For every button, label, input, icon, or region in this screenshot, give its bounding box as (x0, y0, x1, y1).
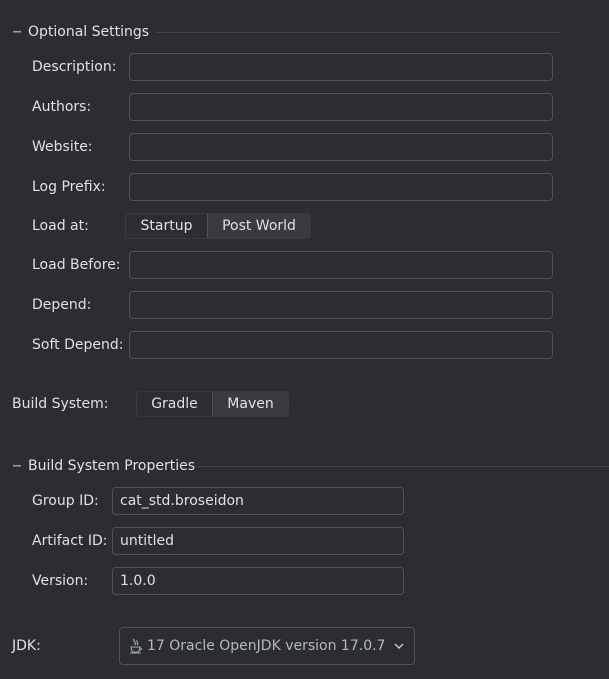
website-field[interactable] (129, 133, 553, 161)
build-system-label: Build System: (12, 396, 109, 412)
soft-depend-field[interactable] (129, 331, 553, 359)
jdk-select[interactable]: 17 Oracle OpenJDK version 17.0.7 (119, 627, 415, 665)
optional-settings-header[interactable]: Optional Settings (12, 22, 149, 42)
description-label: Description: (32, 59, 117, 75)
version-label: Version: (32, 573, 89, 589)
load-before-field[interactable] (129, 251, 553, 279)
minus-icon[interactable] (12, 31, 22, 33)
section-divider (155, 32, 560, 33)
depend-field[interactable] (129, 291, 553, 319)
chevron-down-icon (392, 639, 406, 653)
website-label: Website: (32, 139, 93, 155)
artifact-id-field[interactable] (112, 527, 404, 555)
group-id-field[interactable] (112, 487, 404, 515)
description-field[interactable] (129, 53, 553, 81)
jdk-selected-value: 17 Oracle OpenJDK version 17.0.7 (147, 638, 386, 654)
section-divider (198, 466, 609, 467)
load-at-startup-option[interactable]: Startup (126, 214, 207, 238)
section-title-build-system-properties: Build System Properties (28, 458, 196, 474)
log-prefix-label: Log Prefix: (32, 179, 106, 195)
artifact-id-label: Artifact ID: (32, 533, 108, 549)
java-icon (128, 638, 144, 654)
depend-label: Depend: (32, 297, 92, 313)
version-field[interactable] (112, 567, 404, 595)
authors-field[interactable] (129, 93, 553, 121)
load-at-post-world-option[interactable]: Post World (207, 214, 310, 238)
soft-depend-label: Soft Depend: (32, 337, 124, 353)
section-title-optional-settings: Optional Settings (28, 24, 150, 40)
log-prefix-field[interactable] (129, 173, 553, 201)
load-before-label: Load Before: (32, 257, 121, 273)
build-system-gradle-option[interactable]: Gradle (137, 392, 212, 416)
build-system-maven-option[interactable]: Maven (212, 392, 288, 416)
build-system-properties-header[interactable]: Build System Properties (12, 456, 195, 476)
jdk-label: JDK: (12, 638, 41, 654)
load-at-segmented-control: Startup Post World (125, 213, 311, 239)
minus-icon[interactable] (12, 465, 22, 467)
load-at-label: Load at: (32, 218, 89, 234)
authors-label: Authors: (32, 99, 92, 115)
build-system-segmented-control: Gradle Maven (136, 391, 289, 417)
group-id-label: Group ID: (32, 493, 99, 509)
